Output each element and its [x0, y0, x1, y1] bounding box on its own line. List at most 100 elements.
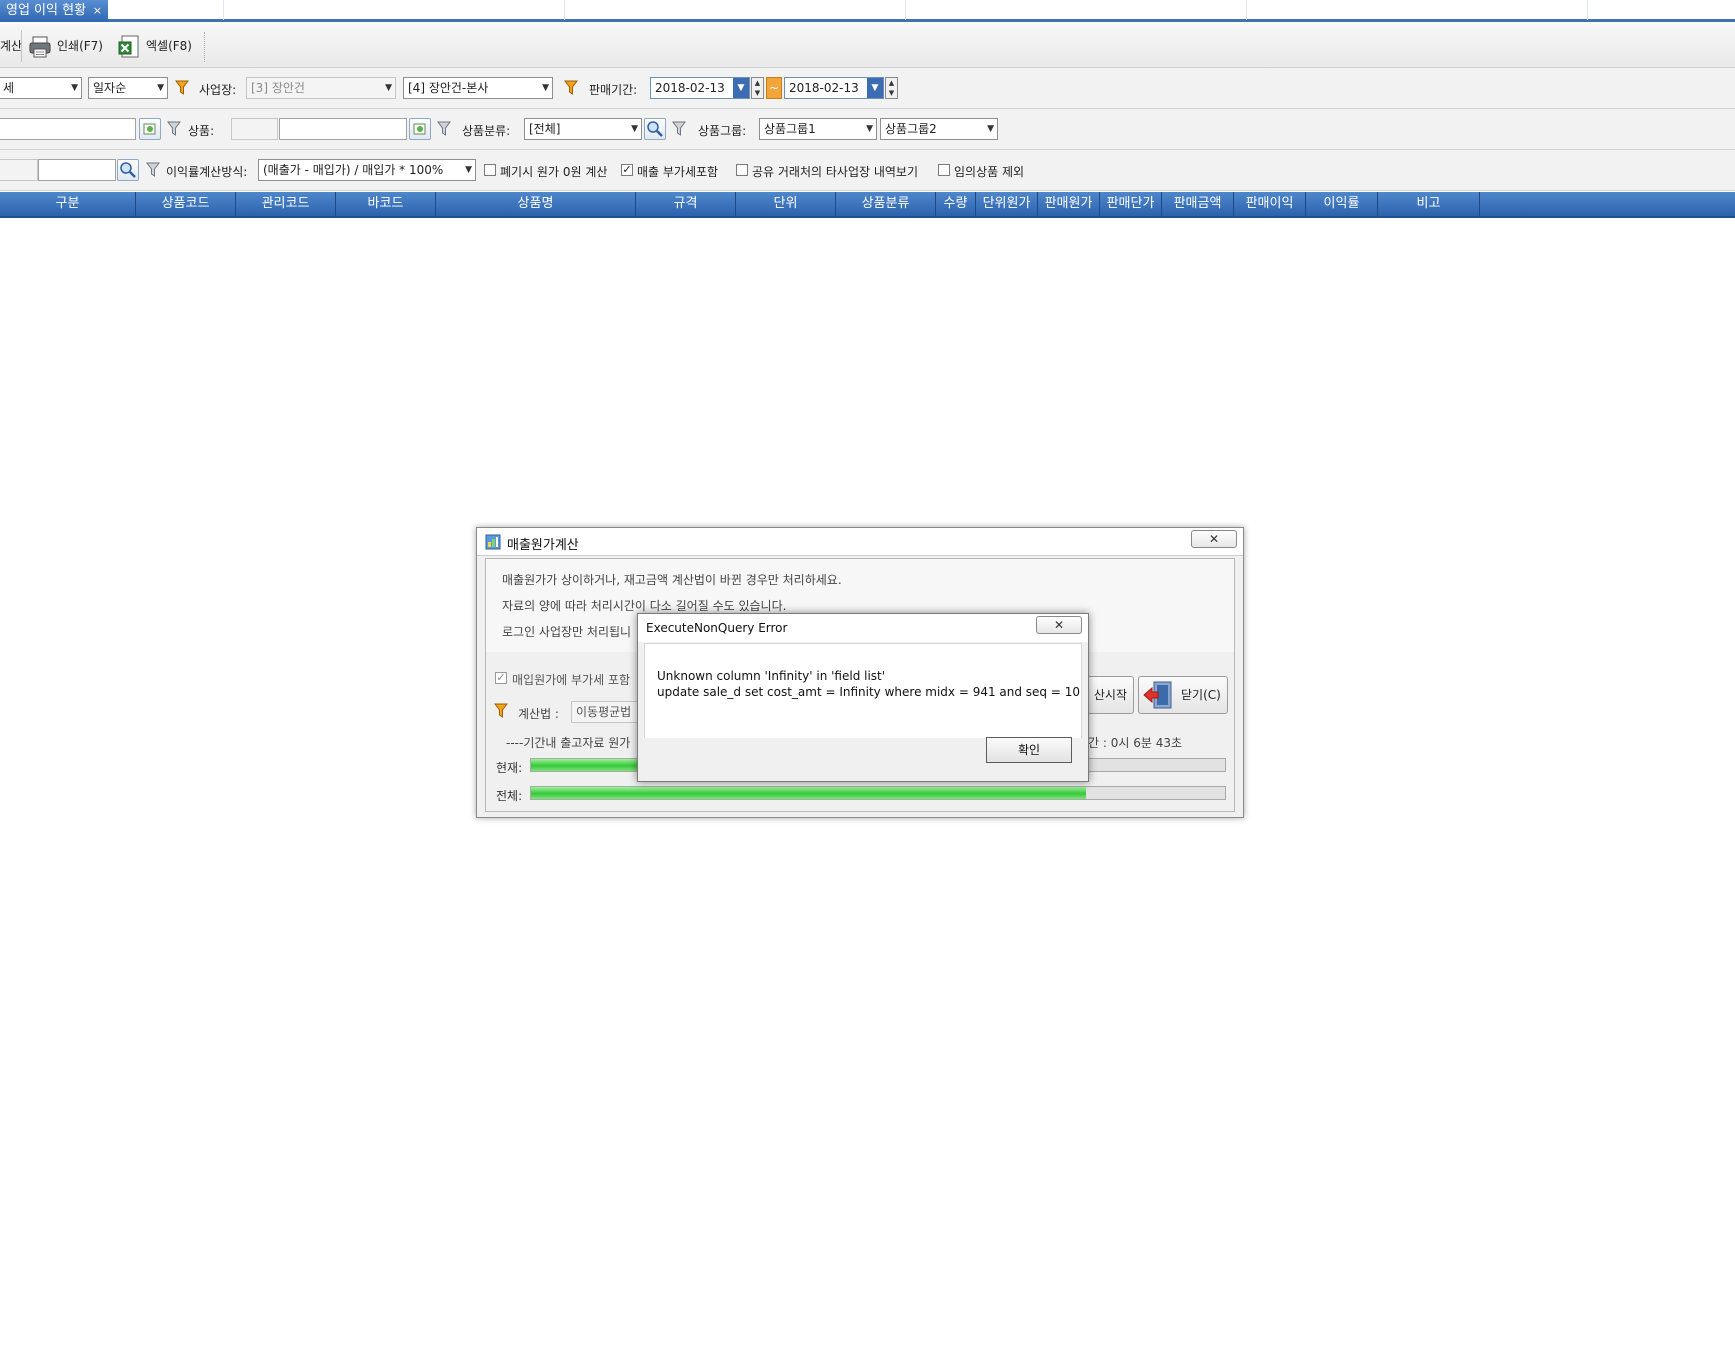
- date-to-spinner[interactable]: ▲ ▼: [885, 77, 898, 99]
- sort-combo-value: 일자순: [93, 81, 127, 95]
- col-header-manage-code[interactable]: 관리코드: [236, 192, 336, 216]
- error-dialog-title-bar[interactable]: ExecuteNonQuery Error ✕: [638, 614, 1088, 642]
- search-add-icon: [413, 123, 426, 135]
- col-header-type[interactable]: 구분: [0, 192, 136, 216]
- detail-combo[interactable]: 세 ▼: [0, 77, 82, 99]
- col-header-sale-profit[interactable]: 판매이익: [1234, 192, 1306, 216]
- sort-combo[interactable]: 일자순 ▼: [88, 77, 168, 99]
- category-combo-value: [전체]: [529, 122, 561, 136]
- date-from-input[interactable]: 2018-02-13 ▼: [650, 77, 750, 99]
- group2-combo-value: 상품그룹2: [885, 122, 937, 136]
- product-code-input[interactable]: [231, 118, 278, 140]
- col-header-unit-cost[interactable]: 단위원가: [976, 192, 1038, 216]
- date-from-spinner[interactable]: ▲ ▼: [751, 77, 764, 99]
- customer-search-button[interactable]: [139, 118, 161, 140]
- tab-close-icon[interactable]: ×: [93, 0, 102, 22]
- close-dialog-button-label: 닫기(C): [1181, 688, 1221, 702]
- total-progress-fill: [531, 787, 1087, 799]
- customer-input[interactable]: [0, 118, 136, 140]
- toolbar: 계산 인쇄(F7) 엑셀(F8): [0, 24, 1735, 68]
- filter-row-1: 세 ▼ 일자순 ▼ 사업장: [3] 장안건 ▼ [4] 장안건-본사 ▼ 판매기간: …: [0, 68, 1735, 109]
- col-header-sale-amount[interactable]: 판매금액: [1162, 192, 1234, 216]
- grid-header: 구분 상품코드 관리코드 바코드 상품명 규격 단위 상품분류 수량 단위원가 …: [0, 192, 1735, 218]
- col-header-profit-rate[interactable]: 이익률: [1306, 192, 1378, 216]
- print-button-label: 인쇄(F7): [57, 39, 103, 53]
- chevron-down-icon: ▼: [157, 83, 164, 93]
- chevron-down-icon: ▼: [385, 83, 392, 93]
- error-query-line: update sale_d set cost_amt = Infinity wh…: [657, 685, 1081, 699]
- group2-combo[interactable]: 상품그룹2 ▼: [880, 118, 998, 140]
- vat-checkbox[interactable]: ✓: [621, 164, 633, 176]
- product-label: 상품:: [188, 124, 215, 138]
- col-header-barcode[interactable]: 바코드: [336, 192, 436, 216]
- profit-method-combo-value: (매출가 - 매입가) / 매입가 * 100%: [263, 163, 444, 177]
- col-header-product-name[interactable]: 상품명: [436, 192, 636, 216]
- category-search-button[interactable]: [644, 118, 666, 140]
- tab-strip: 영업 이익 현황 ×: [0, 0, 1735, 22]
- calc-button[interactable]: 계산: [0, 32, 22, 60]
- cost-calc-message: 로그인 사업장만 처리됩니: [502, 625, 632, 639]
- close-dialog-button[interactable]: 닫기(C): [1138, 676, 1228, 714]
- col-header-sale-price[interactable]: 판매단가: [1100, 192, 1162, 216]
- excel-button[interactable]: 엑셀(F8): [117, 32, 192, 60]
- error-dialog-close-icon[interactable]: ✕: [1036, 616, 1082, 634]
- toolbar-grip[interactable]: [204, 32, 213, 62]
- group-label: 상품그룹:: [698, 124, 747, 138]
- cost-calc-close-icon[interactable]: ✕: [1191, 530, 1237, 548]
- temp-product-checkbox[interactable]: [938, 164, 950, 176]
- workplace-combo[interactable]: [3] 장안건 ▼: [246, 77, 396, 99]
- start-calc-button-label: 산시작: [1093, 688, 1127, 702]
- ok-button[interactable]: 확인: [986, 737, 1072, 763]
- discard-checkbox-label: 폐기시 원가 0원 계산: [500, 165, 608, 179]
- date-to-input[interactable]: 2018-02-13 ▼: [784, 77, 884, 99]
- chevron-down-icon: ▼: [866, 124, 873, 134]
- print-button[interactable]: 인쇄(F7): [28, 32, 103, 60]
- col-header-note[interactable]: 비고: [1378, 192, 1480, 216]
- cost-calc-title: 매출원가계산: [507, 538, 579, 553]
- col-header-unit[interactable]: 단위: [736, 192, 836, 216]
- group1-combo[interactable]: 상품그룹1 ▼: [759, 118, 877, 140]
- exit-door-icon: [1143, 681, 1172, 709]
- misc-code-input[interactable]: [0, 159, 38, 181]
- chevron-down-icon: ▼: [631, 124, 638, 134]
- misc-name-input[interactable]: [38, 159, 116, 181]
- product-name-input[interactable]: [279, 118, 407, 140]
- calc-method-combo-value: 이동평균법: [576, 705, 632, 719]
- cost-calc-title-bar[interactable]: 매출원가계산 ✕: [477, 528, 1243, 556]
- filter-icon: [167, 121, 181, 136]
- detail-combo-value: 세: [3, 81, 15, 95]
- workplace-combo-value: [3] 장안건: [251, 81, 305, 95]
- excel-icon: [118, 35, 139, 57]
- date-from-value: 2018-02-13: [655, 81, 725, 95]
- group1-combo-value: 상품그룹1: [764, 122, 816, 136]
- cost-calc-message: 매출원가가 상이하거나, 재고금액 계산법이 바뀐 경우만 처리하세요.: [502, 573, 842, 587]
- calendar-dropdown-icon[interactable]: ▼: [867, 78, 883, 98]
- profit-method-combo[interactable]: (매출가 - 매입가) / 매입가 * 100% ▼: [258, 159, 476, 181]
- col-header-product-code[interactable]: 상품코드: [136, 192, 236, 216]
- product-search-button[interactable]: [409, 118, 431, 140]
- col-header-qty[interactable]: 수량: [936, 192, 976, 216]
- workplace-label: 사업장:: [199, 83, 237, 97]
- date-to-value: 2018-02-13: [789, 81, 859, 95]
- tab-divider: [223, 0, 224, 20]
- purchase-vat-checkbox[interactable]: ✓: [495, 672, 507, 684]
- workplace2-combo[interactable]: [4] 장안건-본사 ▼: [403, 77, 553, 99]
- chevron-down-icon: ▼: [71, 83, 78, 93]
- printer-icon: [29, 36, 51, 57]
- tab-divider: [905, 0, 906, 20]
- shared-customer-checkbox[interactable]: [736, 164, 748, 176]
- date-range-tilde: ~: [766, 77, 782, 99]
- vat-checkbox-label: 매출 부가세포함: [637, 165, 719, 179]
- calendar-dropdown-icon[interactable]: ▼: [733, 78, 749, 98]
- misc-search-button[interactable]: [117, 159, 139, 181]
- col-header-category[interactable]: 상품분류: [836, 192, 936, 216]
- calc-method-label: 계산법 :: [518, 707, 559, 721]
- tab-sales-profit[interactable]: 영업 이익 현황 ×: [0, 0, 108, 22]
- discard-checkbox[interactable]: [484, 164, 496, 176]
- temp-product-checkbox-label: 임의상품 제외: [954, 165, 1025, 179]
- category-combo[interactable]: [전체] ▼: [524, 118, 642, 140]
- col-header-sale-cost[interactable]: 판매원가: [1038, 192, 1100, 216]
- col-header-spec[interactable]: 규격: [636, 192, 736, 216]
- tab-label: 영업 이익 현황: [6, 3, 87, 18]
- cost-calc-message: 자료의 양에 따라 처리시간이 다소 길어질 수도 있습니다.: [502, 599, 787, 613]
